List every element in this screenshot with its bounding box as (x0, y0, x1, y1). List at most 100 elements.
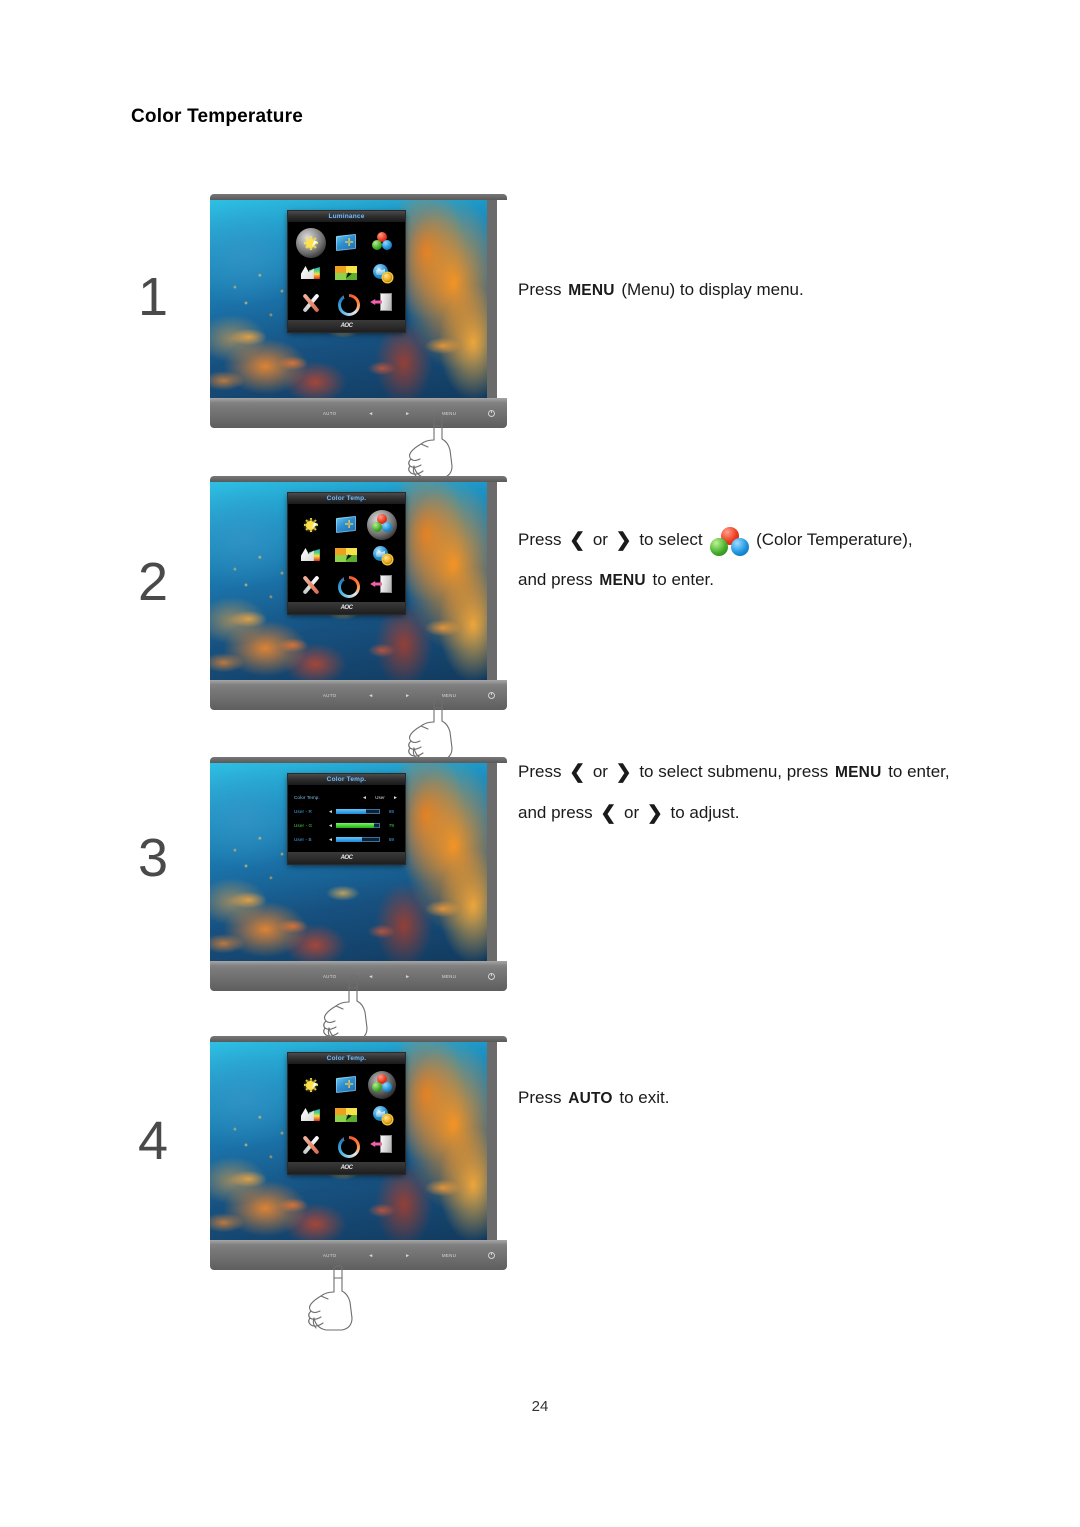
image-setup-icon[interactable]: ✛ (331, 511, 361, 539)
submenu-row-user-g[interactable]: User - G ◄ 79 (294, 820, 399, 831)
submenu-row-color-temp[interactable]: Color Temp. ◄ User ► (294, 792, 399, 803)
left-arrow-icon[interactable]: ◄ (361, 795, 368, 801)
row-label: User - G (294, 823, 313, 828)
aoc-logo: AOC (340, 855, 353, 861)
picture-boost-icon[interactable] (296, 259, 326, 287)
osd-body: ✛ (288, 1064, 405, 1162)
exit-icon[interactable] (367, 289, 397, 317)
auto-button[interactable]: AUTO (323, 693, 337, 698)
picture-boost-icon[interactable] (296, 541, 326, 569)
pointing-hand-illustration (398, 406, 478, 480)
row-value: 59 (388, 837, 394, 842)
step-number: 2 (138, 552, 169, 612)
right-arrow-icon[interactable]: ► (392, 795, 399, 801)
left-button[interactable]: ◄ (368, 693, 373, 699)
slider-track[interactable] (336, 823, 380, 828)
left-arrow-icon[interactable]: ◄ (327, 823, 334, 829)
menu-key-label: MENU (599, 572, 646, 589)
osd-brand-footer: AOC (288, 602, 405, 614)
slider-track[interactable] (336, 837, 380, 842)
monitor-illustration-1: Luminance ✛ AOC AUTO ◄ ► MENU (210, 194, 507, 428)
instr-text: to adjust. (665, 803, 740, 822)
monitor-illustration-3: Color Temp. Color Temp. ◄ User ► User - … (210, 757, 507, 991)
refresh-icon[interactable] (331, 289, 361, 317)
power-icon[interactable] (488, 973, 496, 980)
submenu-row-user-r[interactable]: User - R ◄ 69 (294, 806, 399, 817)
luminance-icon[interactable] (296, 511, 326, 539)
instr-text: Press (518, 762, 567, 781)
row-value: 69 (388, 809, 394, 814)
exit-icon[interactable] (367, 1131, 397, 1159)
left-button[interactable]: ◄ (368, 411, 373, 417)
osd-icon-grid: ✛ (293, 1070, 400, 1160)
page-number: 24 (531, 1398, 549, 1415)
slider-track[interactable] (336, 809, 380, 814)
power-icon[interactable] (488, 1252, 496, 1259)
page-title: Color Temperature (131, 106, 303, 127)
step-number: 1 (138, 267, 169, 327)
color-temp-icon[interactable] (367, 510, 398, 540)
left-arrow-icon[interactable]: ◄ (327, 837, 334, 843)
exit-icon[interactable] (367, 571, 397, 599)
osd-setup-icon[interactable] (331, 1101, 361, 1129)
monitor-illustration-4: Color Temp. ✛ AOC AUTO ◄ ► MENU (210, 1036, 507, 1270)
monitor-illustration-2: Color Temp. ✛ AOC AUTO ◄ ► MENU (210, 476, 507, 710)
osd-main-menu: Color Temp. ✛ AOC (288, 493, 405, 614)
monitor-screen: Color Temp. Color Temp. ◄ User ► User - … (210, 763, 497, 961)
picture-boost-icon[interactable] (296, 1101, 326, 1129)
osd-brand-footer: AOC (288, 1162, 405, 1174)
luminance-icon[interactable] (295, 228, 326, 258)
color-temp-icon[interactable] (367, 1071, 397, 1099)
submenu-row-user-b[interactable]: User - B ◄ 59 (294, 834, 399, 845)
refresh-icon[interactable] (331, 571, 361, 599)
instr-text: to exit. (614, 1088, 670, 1107)
extra-icon[interactable] (367, 259, 397, 287)
reset-icon[interactable] (296, 1131, 326, 1159)
left-chevron-icon: ❮ (600, 803, 617, 824)
reset-icon[interactable] (296, 571, 326, 599)
menu-button[interactable]: MENU (442, 974, 456, 979)
instr-text: to enter. (647, 570, 714, 589)
color-temp-icon (707, 527, 751, 557)
image-setup-icon[interactable]: ✛ (331, 1071, 361, 1099)
instr-text: to select (634, 530, 708, 549)
osd-body: ✛ (288, 504, 405, 602)
osd-title: Color Temp. (288, 1053, 405, 1064)
osd-main-menu: Color Temp. ✛ AOC (288, 1053, 405, 1174)
row-label: Color Temp. (294, 795, 320, 800)
image-setup-icon[interactable]: ✛ (331, 229, 361, 257)
osd-title: Color Temp. (288, 493, 405, 504)
right-chevron-icon: ❯ (615, 530, 632, 551)
menu-key-label: MENU (568, 282, 615, 299)
refresh-icon[interactable] (331, 1131, 361, 1159)
row-value: User (375, 795, 385, 800)
power-icon[interactable] (488, 692, 496, 699)
menu-button[interactable]: MENU (442, 1253, 456, 1258)
right-chevron-icon: ❯ (615, 762, 632, 783)
instr-text: or (588, 530, 613, 549)
luminance-icon[interactable] (296, 1071, 326, 1099)
auto-button[interactable]: AUTO (323, 411, 337, 416)
step-2-instruction: Press ❮ or ❯ to select (Color Temperatur… (518, 520, 938, 601)
left-arrow-icon[interactable]: ◄ (327, 809, 334, 815)
osd-submenu: Color Temp. Color Temp. ◄ User ► User - … (288, 774, 405, 864)
osd-setup-icon[interactable] (331, 541, 361, 569)
color-temp-icon[interactable] (367, 229, 397, 257)
right-button[interactable]: ► (405, 1253, 410, 1259)
power-icon[interactable] (488, 410, 496, 417)
osd-title: Color Temp. (288, 774, 405, 785)
step-number: 4 (138, 1111, 169, 1171)
extra-icon[interactable] (367, 1101, 397, 1129)
menu-key-label: MENU (835, 764, 882, 781)
auto-key-label: AUTO (568, 1090, 613, 1107)
aoc-logo: AOC (340, 1165, 353, 1171)
osd-submenu-rows: Color Temp. ◄ User ► User - R ◄ 69 User … (288, 785, 405, 852)
osd-setup-icon[interactable] (331, 259, 361, 287)
extra-icon[interactable] (367, 541, 397, 569)
osd-body: ✛ (288, 222, 405, 320)
right-button[interactable]: ► (405, 974, 410, 980)
pointing-hand-illustration (398, 688, 478, 762)
reset-icon[interactable] (296, 289, 326, 317)
step-3-instruction: Press ❮ or ❯ to select submenu, press ME… (518, 752, 958, 833)
row-value: 79 (388, 823, 394, 828)
